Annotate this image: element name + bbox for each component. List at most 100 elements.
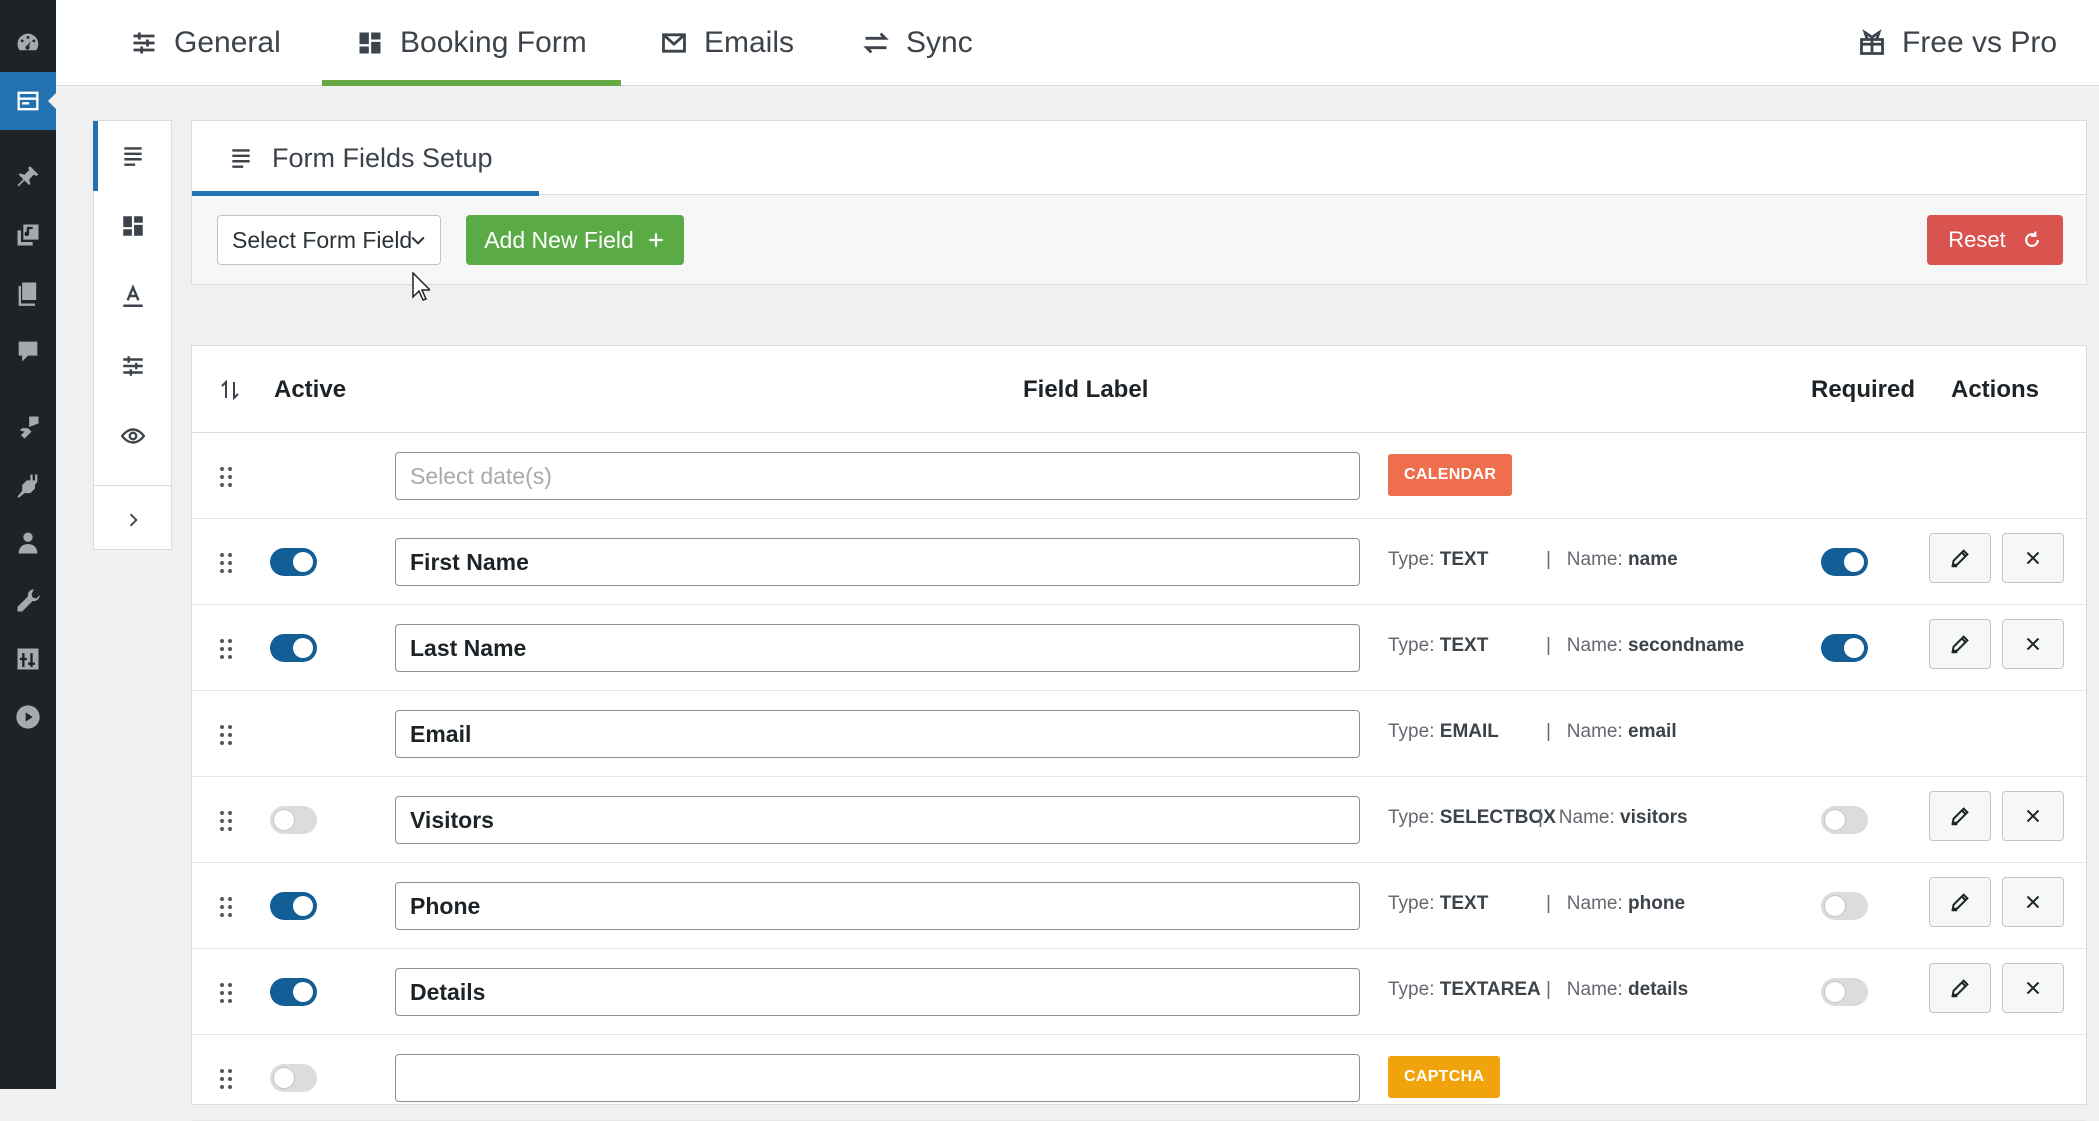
field-label-input[interactable] <box>395 1054 1360 1102</box>
appearance-icon[interactable] <box>0 398 56 456</box>
sliders-icon <box>133 32 155 54</box>
subtab-layout[interactable] <box>94 191 171 261</box>
name-prefix: Name: <box>1566 635 1623 656</box>
active-toggle[interactable] <box>270 548 317 576</box>
select-form-field-label: Select Form Field <box>232 226 413 253</box>
field-name: email <box>1628 721 1677 742</box>
type-prefix: Type: <box>1388 979 1435 1000</box>
field-label-input[interactable]: Phone <box>395 882 1360 930</box>
required-toggle[interactable] <box>1821 892 1868 920</box>
tab-free-vs-pro-label: Free vs Pro <box>1902 26 2058 59</box>
delete-button[interactable] <box>2002 619 2064 669</box>
gift-box-icon <box>1860 29 1884 55</box>
name-prefix: Name: <box>1566 721 1623 742</box>
drag-handle-icon[interactable] <box>220 639 234 659</box>
tab-sync[interactable]: Sync <box>862 0 973 86</box>
panel-title-label: Form Fields Setup <box>272 142 493 173</box>
reset-button[interactable]: Reset <box>1927 215 2063 265</box>
drag-handle-icon[interactable] <box>220 897 234 917</box>
edit-button[interactable] <box>1929 963 1991 1013</box>
comments-icon[interactable] <box>0 322 56 380</box>
field-name-group: | Name: name <box>1546 549 1678 570</box>
field-name: visitors <box>1620 807 1688 828</box>
delete-button[interactable] <box>2002 877 2064 927</box>
booking-icon[interactable] <box>0 72 56 130</box>
edit-button[interactable] <box>1929 533 1991 583</box>
table-header: Active Field Label Required Actions <box>192 346 2086 433</box>
form-subtabs <box>93 120 172 550</box>
mouse-cursor-icon <box>412 272 430 301</box>
drag-handle-icon[interactable] <box>220 467 234 487</box>
active-toggle[interactable] <box>270 1064 317 1092</box>
type-prefix: Type: <box>1388 721 1435 742</box>
header-active: Active <box>274 376 347 403</box>
required-toggle[interactable] <box>1821 806 1868 834</box>
required-toggle[interactable] <box>1821 978 1868 1006</box>
edit-button[interactable] <box>1929 791 1991 841</box>
drag-handle-icon[interactable] <box>220 1069 234 1089</box>
tools-icon[interactable] <box>0 572 56 630</box>
media-icon[interactable] <box>0 206 56 264</box>
table-row-details: Details Type: TEXTAREA | Name: details <box>192 949 2086 1035</box>
field-label-input[interactable]: Last Name <box>395 624 1360 672</box>
plus-icon <box>649 233 663 247</box>
edit-button[interactable] <box>1929 877 1991 927</box>
tab-emails[interactable]: Emails <box>660 0 794 86</box>
drag-handle-icon[interactable] <box>220 553 234 573</box>
active-toggle[interactable] <box>270 978 317 1006</box>
field-label-input[interactable]: Email <box>395 710 1360 758</box>
users-icon[interactable] <box>0 514 56 572</box>
field-label-input[interactable]: First Name <box>395 538 1360 586</box>
tab-general[interactable]: General <box>130 0 281 86</box>
required-toggle[interactable] <box>1821 548 1868 576</box>
dashboard-grid-icon <box>359 32 381 54</box>
dashboard-grid-icon <box>122 216 143 236</box>
plugins-icon[interactable] <box>0 456 56 514</box>
subtab-preview[interactable] <box>94 401 171 471</box>
delete-button[interactable] <box>2002 791 2064 841</box>
name-prefix: Name: <box>1566 549 1623 570</box>
tab-sync-label: Sync <box>906 26 973 59</box>
tab-free-vs-pro[interactable]: Free vs Pro <box>1858 0 2057 86</box>
settings-icon[interactable] <box>0 630 56 688</box>
active-toggle[interactable] <box>270 634 317 662</box>
refresh-icon <box>2024 231 2039 247</box>
field-meta: Type: SELECTBOX | Name: visitors <box>1388 807 1688 829</box>
header-actions: Actions <box>1951 376 2040 403</box>
name-prefix: Name: <box>1558 807 1615 828</box>
active-toggle[interactable] <box>270 806 317 834</box>
subtab-typography[interactable] <box>94 261 171 331</box>
play-icon[interactable] <box>0 688 56 746</box>
active-toggle[interactable] <box>270 892 317 920</box>
tab-booking-form[interactable]: Booking Form <box>322 0 621 86</box>
table-row-email: Email Type: EMAIL | Name: email <box>192 691 2086 777</box>
panel-title[interactable]: Form Fields Setup <box>192 121 539 196</box>
subtab-options[interactable] <box>94 331 171 401</box>
select-form-field-dropdown[interactable]: Select Form Field <box>217 215 441 265</box>
drag-handle-icon[interactable] <box>220 811 234 831</box>
pages-icon[interactable] <box>0 264 56 322</box>
field-label-input[interactable]: Details <box>395 968 1360 1016</box>
subtab-expand[interactable] <box>94 485 171 553</box>
subtab-fields[interactable] <box>93 121 171 191</box>
pin-icon[interactable] <box>0 148 56 206</box>
required-toggle[interactable] <box>1821 634 1868 662</box>
header-required: Required <box>1811 376 1916 403</box>
field-name-group: | Name: visitors <box>1538 807 1688 828</box>
dashboard-icon[interactable] <box>0 14 56 72</box>
field-type: TEXT <box>1439 635 1489 656</box>
drag-handle-icon[interactable] <box>220 725 234 745</box>
field-label-input[interactable]: Select date(s) <box>395 452 1360 500</box>
name-prefix: Name: <box>1566 893 1623 914</box>
tab-booking-form-label: Booking Form <box>400 26 587 59</box>
field-label-input[interactable]: Visitors <box>395 796 1360 844</box>
delete-button[interactable] <box>2002 963 2064 1013</box>
form-fields-table: Active Field Label Required Actions Sele… <box>191 345 2087 1121</box>
edit-button[interactable] <box>1929 619 1991 669</box>
field-type: TEXTAREA <box>1439 979 1541 1000</box>
sort-arrows-icon[interactable] <box>220 378 240 402</box>
form-fields-setup-panel: Form Fields Setup Select Form Field Add … <box>191 120 2087 285</box>
add-new-field-button[interactable]: Add New Field <box>466 215 684 265</box>
drag-handle-icon[interactable] <box>220 983 234 1003</box>
delete-button[interactable] <box>2002 533 2064 583</box>
